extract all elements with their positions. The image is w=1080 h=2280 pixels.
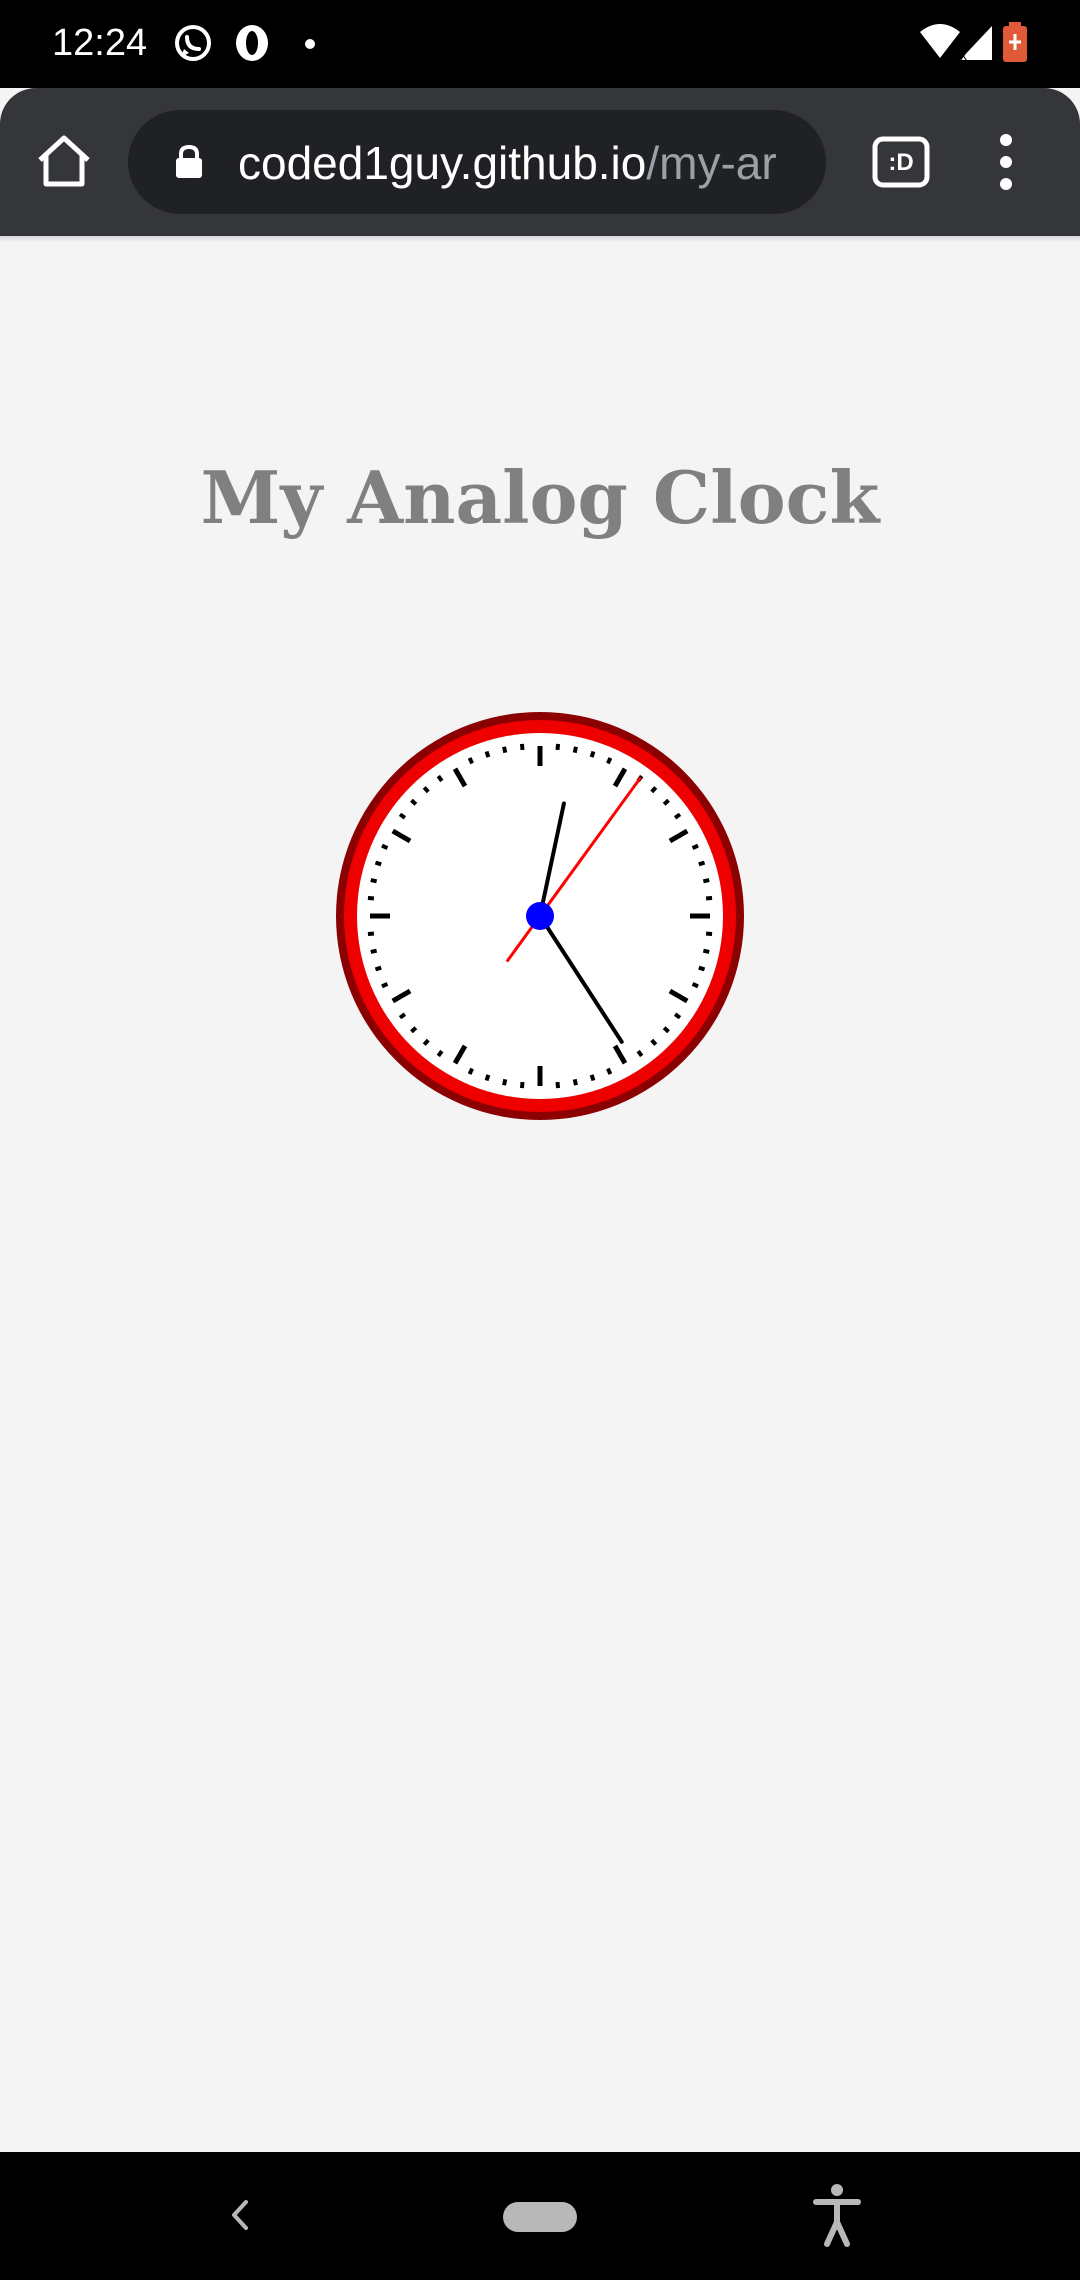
clock-tick-minor <box>381 982 389 989</box>
clock-tick-minor <box>691 843 699 850</box>
clock-tick-minor <box>555 743 561 751</box>
clock-tick-minor <box>705 895 713 901</box>
url-path: /my-ar <box>646 137 777 189</box>
whatsapp-icon <box>175 25 211 61</box>
home-pill-icon[interactable] <box>503 2202 577 2232</box>
home-icon[interactable] <box>24 122 104 202</box>
overflow-menu-icon[interactable] <box>986 128 1026 196</box>
clock-tick-minor <box>436 774 444 783</box>
clock-tick-minor <box>398 1012 407 1020</box>
clock-tick-minor <box>367 931 375 937</box>
clock-tick-minor <box>636 1049 644 1058</box>
opera-icon <box>236 25 268 61</box>
address-bar[interactable]: coded1guy.github.io/my-ar <box>128 110 826 214</box>
clock-tick-minor <box>606 757 613 765</box>
clock-tick-minor <box>589 1074 596 1082</box>
clock-tick-minor <box>467 757 474 765</box>
clock-tick-minor <box>698 860 706 867</box>
status-bar: 12:24 x <box>0 0 1080 88</box>
dot-icon <box>305 39 315 49</box>
tab-switcher-icon[interactable]: :D <box>872 136 930 188</box>
clock-tick-minor <box>381 843 389 850</box>
clock-tick-minor <box>398 812 407 820</box>
clock-tick-minor <box>572 1078 578 1086</box>
browser-toolbar: coded1guy.github.io/my-ar :D <box>0 88 1080 236</box>
clock-tick-minor <box>691 982 699 989</box>
svg-text:x: x <box>960 47 967 62</box>
clock-tick-minor <box>370 878 378 884</box>
clock-tick-minor <box>705 931 713 937</box>
clock-tick-minor <box>519 1081 525 1089</box>
tab-switcher-label: :D <box>888 149 913 176</box>
accessibility-icon[interactable] <box>812 2182 862 2248</box>
clock-tick-minor <box>698 965 706 972</box>
url-text[interactable]: coded1guy.github.io/my-ar <box>238 135 808 191</box>
lock-icon <box>176 144 202 178</box>
clock-tick-minor <box>484 1074 491 1082</box>
page-title: My Analog Clock <box>200 455 880 540</box>
analog-clock <box>336 712 744 1120</box>
status-time: 12:24 <box>52 22 148 64</box>
clock-tick-minor <box>374 860 382 867</box>
clock-tick-minor <box>673 812 682 820</box>
back-icon[interactable] <box>224 2190 258 2240</box>
clock-tick-minor <box>572 746 578 754</box>
clock-tick-minor <box>367 895 375 901</box>
signal-icon: x <box>960 26 992 62</box>
clock-tick-minor <box>673 1012 682 1020</box>
toolbar-shadow <box>0 236 1080 242</box>
clock-tick-minor <box>370 948 378 954</box>
clock-center <box>526 902 554 930</box>
clock-tick-minor <box>436 1049 444 1058</box>
clock-tick-minor <box>702 878 710 884</box>
clock-tick-minor <box>555 1081 561 1089</box>
clock-tick-minor <box>374 965 382 972</box>
clock-tick-minor <box>484 750 491 758</box>
clock-tick-minor <box>589 750 596 758</box>
clock-tick-minor <box>502 1078 508 1086</box>
clock-tick-minor <box>519 743 525 751</box>
clock-tick-minor <box>606 1067 613 1075</box>
battery-icon <box>1003 22 1027 62</box>
url-host: coded1guy.github.io <box>238 137 647 189</box>
clock-tick-minor <box>702 948 710 954</box>
clock-tick-minor <box>467 1067 474 1075</box>
clock-tick-minor <box>502 746 508 754</box>
